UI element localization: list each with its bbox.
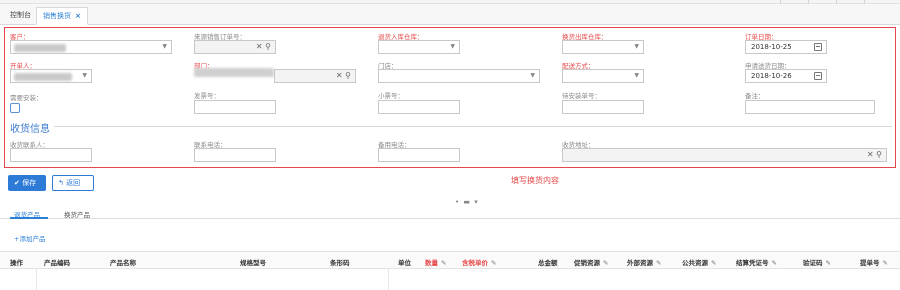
col-settlement-no: 结算凭证号 ✎ <box>736 257 777 267</box>
column-divider <box>36 269 37 290</box>
column-divider <box>388 269 389 290</box>
ticket-no-input[interactable] <box>378 100 460 114</box>
invoice-no-label: 发票号： <box>194 92 220 100</box>
receipt-address-input[interactable]: ✕ ⚲ <box>562 148 887 162</box>
edit-icon[interactable]: ✎ <box>826 259 831 267</box>
back-button[interactable]: ↰ 返回 <box>52 175 94 191</box>
customer-select[interactable]: ▼ <box>10 40 172 54</box>
clear-search-icons[interactable]: ✕ ⚲ <box>256 42 271 51</box>
col-quantity: 数量 ✎ <box>425 257 446 267</box>
product-table-header: 操作 产品编码 产品名称 规格型号 条形码 单位 数量 ✎ 含税单价 ✎ 总金额 促… <box>0 251 900 269</box>
receipt-contact-input[interactable] <box>10 148 92 162</box>
order-date-value: 2018-10-25 <box>751 43 792 51</box>
col-verify-code-label: 验证码 <box>803 259 823 267</box>
add-product-link[interactable]: +添加产品 <box>14 233 45 243</box>
department-input[interactable]: ✕ ⚲ <box>274 69 356 83</box>
chevron-down-icon: ▼ <box>82 72 87 79</box>
save-button-label: 保存 <box>22 179 37 187</box>
edit-icon[interactable]: ✎ <box>603 259 608 267</box>
col-public-resource: 公共资源 ✎ <box>682 257 716 267</box>
edit-icon[interactable]: ✎ <box>656 259 661 267</box>
need-install-label: 需要安装： <box>10 94 43 102</box>
invoice-no-input[interactable] <box>194 100 276 114</box>
close-icon[interactable]: × <box>75 12 81 20</box>
edit-icon[interactable]: ✎ <box>772 259 777 267</box>
apply-delivery-date-value: 2018-10-26 <box>751 72 792 80</box>
col-total: 总金额 <box>538 259 558 267</box>
save-button[interactable]: ✔ 保存 <box>8 175 46 191</box>
apply-delivery-date-input[interactable]: 2018-10-26 <box>745 69 827 83</box>
col-unit: 单位 <box>398 259 411 267</box>
need-install-checkbox[interactable] <box>10 103 20 113</box>
remark-label: 备注： <box>745 92 765 100</box>
back-arrow-icon: ↰ <box>58 179 67 187</box>
chevron-down-icon: ▼ <box>634 72 639 79</box>
col-quantity-label: 数量 <box>425 259 438 267</box>
receipt-section-title: 收货信息 <box>10 124 50 135</box>
section-divider <box>54 126 892 127</box>
col-unit-price: 含税单价 ✎ <box>462 257 496 267</box>
col-verify-code: 验证码 ✎ <box>803 257 831 267</box>
check-icon: ✔ <box>14 179 23 187</box>
active-tab-indicator <box>10 217 48 219</box>
calendar-icon[interactable] <box>814 72 822 80</box>
edit-icon[interactable]: ✎ <box>441 259 446 267</box>
ticket-no-label: 小票号： <box>378 92 404 100</box>
store-select[interactable]: ▼ <box>378 69 540 83</box>
col-unit-price-label: 含税单价 <box>462 259 488 267</box>
redacted-value <box>14 44 66 52</box>
tab-console[interactable]: 控制台 <box>4 7 37 25</box>
col-barcode: 条形码 <box>330 259 350 267</box>
order-date-input[interactable]: 2018-10-25 <box>745 40 827 54</box>
clear-search-icons[interactable]: ✕ ⚲ <box>867 150 882 159</box>
col-promo-resource: 促销资源 ✎ <box>574 257 608 267</box>
install-ticket-no-input[interactable] <box>562 100 644 114</box>
tab-label: 销售换货 <box>43 12 71 20</box>
remark-input[interactable] <box>745 100 875 114</box>
tab-exchange-products[interactable]: 换货产品 <box>64 209 90 219</box>
creator-select[interactable]: ▼ <box>10 69 92 83</box>
clear-search-icons[interactable]: ✕ ⚲ <box>336 71 351 80</box>
col-product-code: 产品编码 <box>44 259 70 267</box>
redacted-value <box>194 68 274 77</box>
edit-icon[interactable]: ✎ <box>711 259 716 267</box>
col-settlement-no-label: 结算凭证号 <box>736 259 769 267</box>
col-operation: 操作 <box>10 259 23 267</box>
tab-sales-exchange[interactable]: 销售换货 × <box>36 7 88 25</box>
product-table-body <box>0 269 900 290</box>
source-order-input[interactable]: ✕ ⚲ <box>194 40 276 54</box>
col-product-name: 产品名称 <box>110 259 136 267</box>
col-bill-no-label: 提单号 <box>860 259 880 267</box>
back-button-label: 返回 <box>66 179 81 187</box>
edit-icon[interactable]: ✎ <box>883 259 888 267</box>
calendar-icon[interactable] <box>814 43 822 51</box>
col-bill-no: 提单号 ✎ <box>860 257 888 267</box>
product-subtabs: 退货产品 换货产品 <box>0 205 900 219</box>
tab-label: 控制台 <box>10 11 31 19</box>
chevron-down-icon: ▼ <box>162 43 167 50</box>
edit-icon[interactable]: ✎ <box>491 259 496 267</box>
receipt-phone-input[interactable] <box>194 148 276 162</box>
chevron-down-icon: ▼ <box>634 43 639 50</box>
col-external-resource: 外部资源 ✎ <box>627 257 661 267</box>
return-warehouse-select[interactable]: ▼ <box>378 40 460 54</box>
exchange-warehouse-select[interactable]: ▼ <box>562 40 644 54</box>
col-promo-resource-label: 促销资源 <box>574 259 600 267</box>
chevron-down-icon: ▼ <box>530 72 535 79</box>
receipt-backup-phone-input[interactable] <box>378 148 460 162</box>
chevron-down-icon: ▼ <box>450 43 455 50</box>
col-public-resource-label: 公共资源 <box>682 259 708 267</box>
install-ticket-no-label: 待安装单号： <box>562 92 601 100</box>
col-external-resource-label: 外部资源 <box>627 259 653 267</box>
annotation-text: 填写换货内容 <box>511 176 559 185</box>
delivery-method-select[interactable]: ▼ <box>562 69 644 83</box>
tab-bar: 控制台 销售换货 × <box>0 4 900 25</box>
col-spec: 规格型号 <box>240 259 266 267</box>
redacted-value <box>14 73 72 81</box>
